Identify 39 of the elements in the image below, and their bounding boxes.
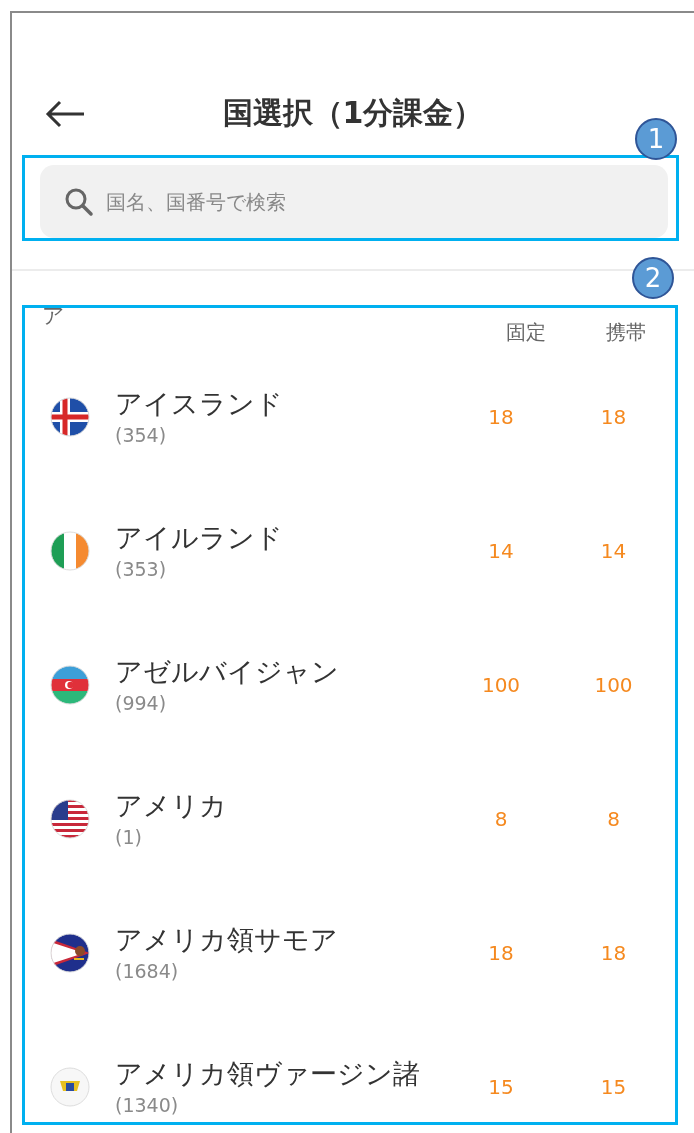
mobile-rate: 100 bbox=[593, 673, 634, 697]
annotation-number: 2 bbox=[632, 257, 674, 299]
country-code: (1340) bbox=[115, 1093, 180, 1118]
landline-rate: 15 bbox=[487, 1075, 515, 1099]
country-name[interactable]: アメリカ bbox=[115, 788, 426, 824]
flag-icon bbox=[50, 933, 90, 973]
country-code: (353) bbox=[115, 557, 168, 582]
column-header: 携帯 bbox=[605, 319, 647, 346]
country-name[interactable]: アイスランド bbox=[115, 386, 426, 422]
country-name[interactable]: アイルランド bbox=[115, 520, 426, 556]
column-header: 固定 bbox=[505, 319, 547, 346]
flag-icon bbox=[50, 531, 90, 571]
country-name[interactable]: アゼルバイジャン bbox=[115, 654, 426, 690]
search-icon bbox=[64, 187, 94, 217]
flag-icon bbox=[50, 1067, 90, 1107]
country-code: (1684) bbox=[115, 959, 180, 984]
landline-rate: 14 bbox=[487, 539, 515, 563]
landline-rate: 18 bbox=[487, 941, 515, 965]
country-code: (994) bbox=[115, 691, 168, 716]
section-letter: ア bbox=[42, 302, 66, 330]
flag-icon bbox=[50, 799, 90, 839]
landline-rate: 8 bbox=[493, 807, 509, 831]
mobile-rate: 18 bbox=[599, 941, 628, 965]
search-field[interactable]: 国名、国番号で検索 bbox=[40, 165, 668, 238]
country-code: (354) bbox=[115, 423, 168, 448]
mobile-rate: 14 bbox=[599, 539, 628, 563]
landline-rate: 100 bbox=[480, 673, 522, 697]
country-code: (1) bbox=[115, 825, 143, 850]
mobile-rate: 15 bbox=[599, 1075, 628, 1099]
mobile-rate: 8 bbox=[606, 807, 621, 831]
annotation-number: 1 bbox=[635, 118, 677, 160]
page-title: 国選択（1分課金） bbox=[222, 94, 484, 132]
landline-rate: 18 bbox=[487, 405, 515, 429]
back-arrow-icon[interactable] bbox=[44, 99, 86, 129]
flag-icon bbox=[50, 665, 90, 705]
flag-icon bbox=[50, 397, 90, 437]
country-name[interactable]: アメリカ領ヴァージン諸 bbox=[115, 1056, 426, 1092]
mobile-rate: 18 bbox=[599, 405, 628, 429]
country-name[interactable]: アメリカ領サモア bbox=[115, 922, 426, 958]
